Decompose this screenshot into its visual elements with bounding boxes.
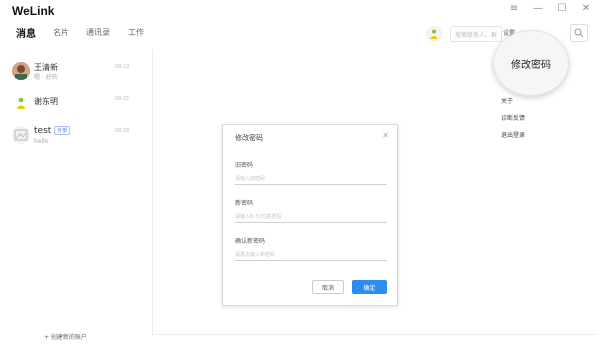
tab-cards[interactable]: 名片 bbox=[53, 27, 69, 38]
minimize-icon[interactable]: — bbox=[532, 3, 544, 14]
contact-name-text: test bbox=[34, 126, 52, 136]
search-icon bbox=[574, 28, 584, 38]
avatar bbox=[12, 94, 30, 112]
conversation-list: 王清新 嗯 · 好的 09:22 谢东明 09:21 test 外部 hello … bbox=[0, 50, 150, 347]
person-photo-icon bbox=[12, 62, 30, 80]
tab-messages[interactable]: 消息 bbox=[16, 25, 36, 40]
menu-item-change-password-label: 修改密码 bbox=[511, 59, 551, 71]
tab-contacts[interactable]: 通讯录 bbox=[86, 27, 110, 38]
search-input[interactable]: 搜索联系人、群 bbox=[450, 26, 502, 42]
last-message: hello bbox=[34, 138, 49, 145]
menu-item-about[interactable]: 关于 bbox=[501, 96, 513, 105]
avatar bbox=[12, 62, 30, 80]
message-time: 09:22 bbox=[115, 64, 130, 70]
old-password-label: 旧密码 bbox=[235, 162, 254, 169]
user-avatar[interactable] bbox=[426, 26, 442, 42]
list-item[interactable]: test 外部 hello 09:20 bbox=[0, 122, 150, 154]
external-badge: 外部 bbox=[54, 126, 71, 135]
search-button[interactable] bbox=[570, 24, 588, 42]
message-time: 09:20 bbox=[115, 128, 130, 134]
person-icon bbox=[16, 97, 26, 109]
window-controls: ≡ — ☐ ✕ bbox=[508, 3, 592, 14]
tab-work[interactable]: 工作 bbox=[128, 27, 144, 38]
dialog-title: 修改密码 bbox=[235, 134, 263, 142]
maximize-icon[interactable]: ☐ bbox=[556, 3, 568, 14]
list-item[interactable]: 谢东明 09:21 bbox=[0, 90, 150, 122]
cancel-button[interactable]: 取消 bbox=[312, 280, 344, 294]
menu-item-diagnostics[interactable]: 诊断反馈 bbox=[501, 113, 525, 122]
confirm-password-field[interactable] bbox=[235, 249, 387, 261]
contact-name: test 外部 bbox=[34, 126, 71, 136]
person-icon bbox=[430, 29, 438, 39]
old-password-field[interactable] bbox=[235, 173, 387, 185]
list-item[interactable]: 王清新 嗯 · 好的 09:22 bbox=[0, 58, 150, 90]
app-title: WeLink bbox=[12, 4, 55, 18]
close-icon[interactable]: ✕ bbox=[580, 3, 592, 14]
confirm-password-label: 确认新密码 bbox=[235, 238, 266, 245]
avatar bbox=[12, 126, 30, 144]
menu-item-logout[interactable]: 退出登录 bbox=[501, 130, 525, 139]
broken-image-icon bbox=[14, 129, 28, 141]
contact-name: 谢东明 bbox=[34, 97, 58, 106]
menu-icon[interactable]: ≡ bbox=[508, 3, 520, 14]
confirm-button[interactable]: 确定 bbox=[352, 280, 387, 294]
last-message: 嗯 · 好的 bbox=[34, 74, 58, 81]
menu-item-change-password[interactable]: 修改密码 bbox=[493, 30, 569, 96]
new-password-field[interactable] bbox=[235, 211, 387, 223]
new-password-label: 新密码 bbox=[235, 200, 254, 207]
close-icon[interactable]: ✕ bbox=[382, 131, 389, 140]
change-password-dialog: 修改密码 ✕ 旧密码 新密码 确认新密码 取消 确定 bbox=[222, 124, 398, 306]
message-time: 09:21 bbox=[115, 96, 130, 102]
add-account-link[interactable]: + 创建新的账户 bbox=[44, 332, 87, 341]
